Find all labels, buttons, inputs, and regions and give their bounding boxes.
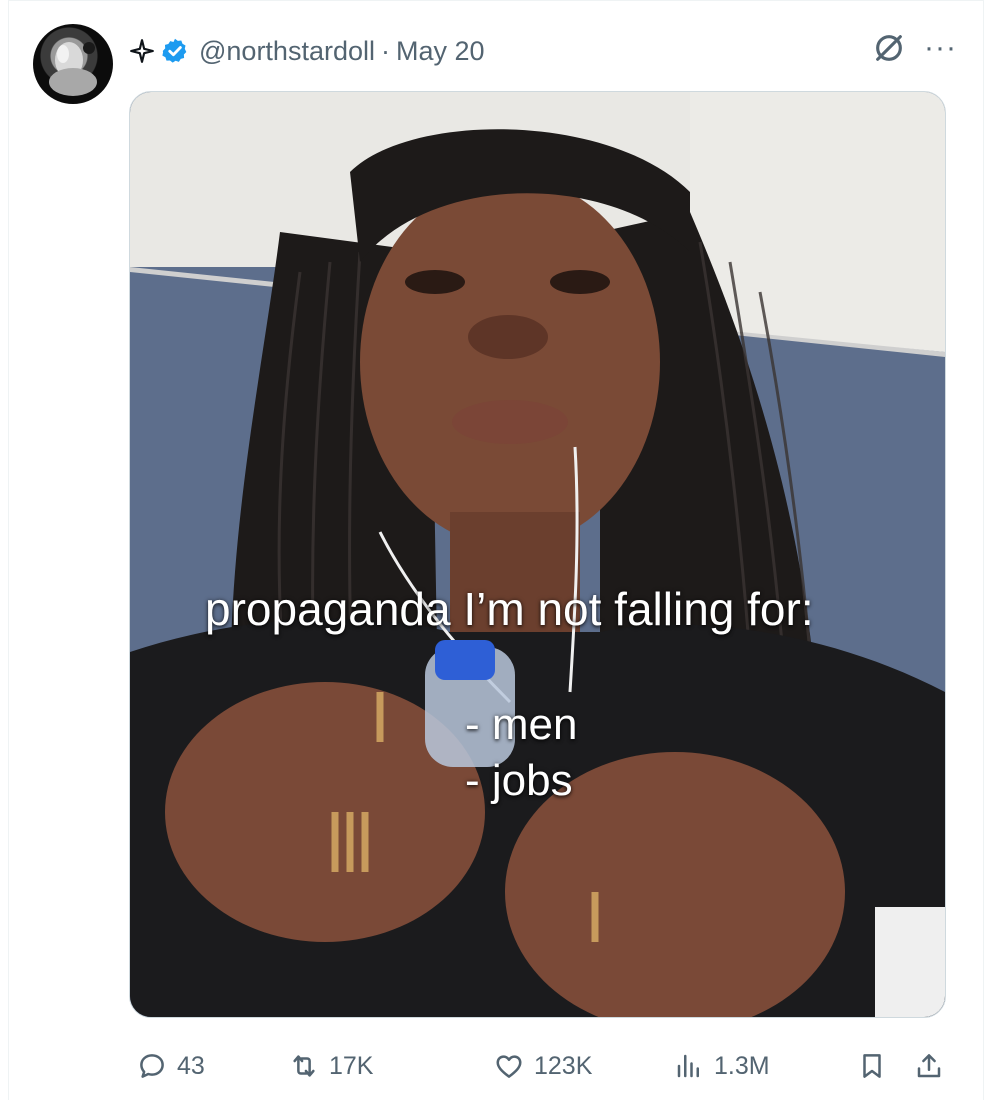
grok-icon[interactable] [872, 31, 906, 65]
media-caption-item: - men [465, 700, 578, 749]
media-photo [130, 92, 945, 1017]
share-icon [917, 1054, 941, 1078]
views-icon [677, 1054, 699, 1078]
repost-button[interactable]: 17K [289, 1041, 373, 1091]
share-button[interactable] [914, 1041, 944, 1091]
post-media[interactable]: propaganda I’m not falling for: - men - … [129, 91, 946, 1018]
bookmark-icon [863, 1054, 881, 1078]
reply-button[interactable]: 43 [137, 1041, 205, 1091]
heart-icon [496, 1055, 522, 1078]
author-handle[interactable]: @northstardoll [199, 36, 375, 67]
post-date[interactable]: May 20 [396, 36, 485, 67]
post-header: @northstardoll · May 20 [129, 29, 485, 73]
like-count: 123K [534, 1051, 593, 1080]
verified-badge-icon[interactable] [161, 37, 189, 65]
like-button[interactable]: 123K [494, 1041, 592, 1091]
more-icon[interactable]: ··· [924, 33, 957, 63]
avatar-image [49, 42, 97, 96]
bookmark-button[interactable] [857, 1041, 887, 1091]
tweet-card: @northstardoll · May 20 ··· propaganda I… [8, 0, 984, 1100]
reply-count: 43 [177, 1051, 205, 1080]
repost-icon [293, 1055, 315, 1077]
sparkle-icon [129, 38, 155, 64]
avatar[interactable] [33, 24, 113, 104]
media-caption-item: - jobs [465, 756, 573, 805]
reply-icon [140, 1054, 164, 1078]
views-count: 1.3M [714, 1051, 770, 1080]
media-caption: propaganda I’m not falling for: [205, 583, 814, 635]
repost-count: 17K [329, 1051, 374, 1080]
views-button[interactable]: 1.3M [674, 1041, 770, 1091]
separator-dot: · [381, 35, 390, 66]
media-caption-list: - men - jobs [465, 697, 577, 809]
post-top-actions: ··· [872, 31, 957, 65]
post-actions: 43 17K 123K 1.3M [129, 1041, 954, 1091]
